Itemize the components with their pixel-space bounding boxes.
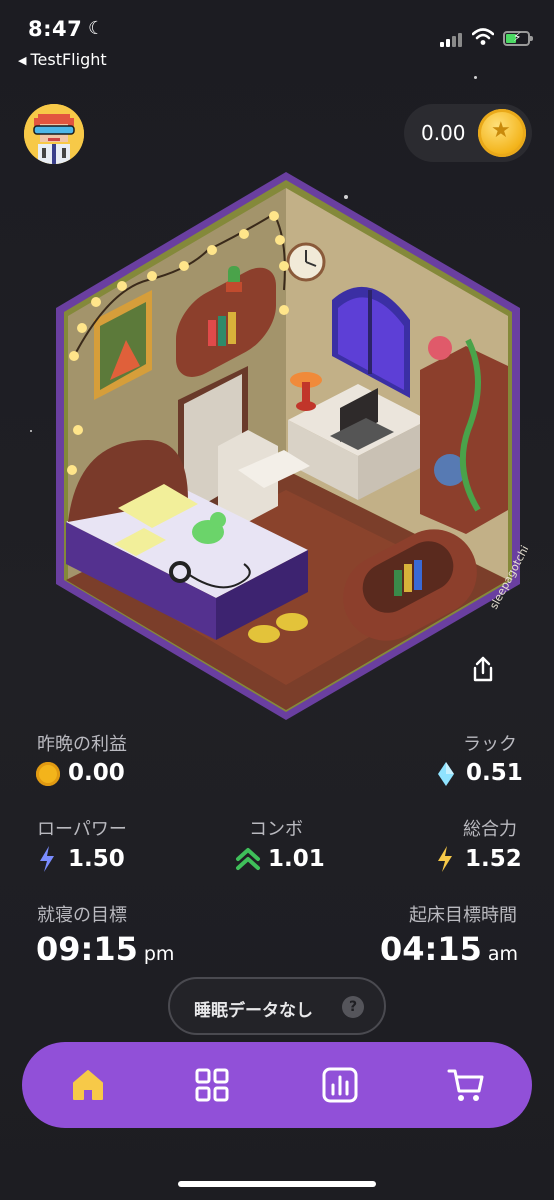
home-indicator[interactable]	[178, 1181, 376, 1187]
help-icon[interactable]: ?	[342, 996, 364, 1018]
total-power-label: 総合力	[463, 819, 517, 840]
luck-value: 0.51	[466, 760, 523, 786]
combo-value: 1.01	[268, 846, 325, 872]
wake-goal-ampm: am	[487, 943, 518, 965]
last-night-profit-value: 0.00	[68, 760, 125, 786]
total-power-value: 1.52	[465, 846, 522, 872]
luck-label: ラック	[463, 734, 517, 755]
no-sleep-data-label: 睡眠データなし	[194, 1001, 313, 1021]
back-arrow-icon: ◀	[18, 54, 27, 67]
battery-icon: ⚡	[503, 30, 533, 46]
wake-goal-label[interactable]: 起床目標時間	[409, 901, 517, 927]
combo-label: コンボ	[249, 819, 303, 840]
share-icon[interactable]	[466, 652, 500, 686]
bedtime-goal-label[interactable]: 就寝の目標	[37, 901, 127, 927]
blue-bolt-icon	[40, 846, 54, 872]
bedtime-goal-ampm: pm	[143, 943, 175, 965]
coin-balance-pill[interactable]: 0.00 ★	[404, 104, 532, 162]
bedtime-goal-time-value: 09:15	[36, 930, 138, 968]
bar-chart-icon[interactable]	[320, 1065, 360, 1105]
back-to-testflight-link[interactable]: ◀ TestFlight	[18, 50, 107, 69]
bottom-tab-bar	[22, 1042, 532, 1128]
cart-icon[interactable]	[446, 1065, 486, 1105]
home-icon[interactable]	[68, 1065, 108, 1105]
moon-icon: ☾	[88, 18, 105, 39]
bedroom-illustration: sleepagotchi	[56, 172, 528, 720]
avatar[interactable]	[24, 104, 84, 164]
coin-icon	[36, 762, 60, 786]
status-bar: 8:47 ☾ ◀ TestFlight ⚡	[0, 0, 554, 80]
low-power-value: 1.50	[68, 846, 125, 872]
diamond-icon	[438, 762, 454, 786]
wake-goal-time-value: 04:15	[379, 930, 482, 968]
double-chevron-up-icon	[236, 848, 260, 870]
yellow-bolt-icon	[438, 846, 452, 872]
grid-icon[interactable]	[192, 1065, 232, 1105]
back-label: TestFlight	[30, 50, 107, 69]
pixel-avatar-icon	[24, 104, 84, 164]
cellular-signal-icon	[440, 33, 464, 47]
star-coin-icon: ★	[478, 109, 526, 157]
bedtime-goal-time[interactable]: 09:15 pm	[36, 930, 174, 968]
charging-bolt-icon: ⚡	[513, 30, 522, 44]
coin-balance-value: 0.00	[421, 121, 466, 145]
wake-goal-time[interactable]: 04:15 am	[380, 930, 518, 968]
wifi-icon	[472, 28, 494, 45]
clock-time: 8:47	[28, 17, 83, 41]
no-sleep-data-button[interactable]: 睡眠データなし ?	[168, 977, 386, 1035]
last-night-profit-label: 昨晩の利益	[37, 734, 127, 755]
low-power-label: ローパワー	[37, 819, 127, 840]
